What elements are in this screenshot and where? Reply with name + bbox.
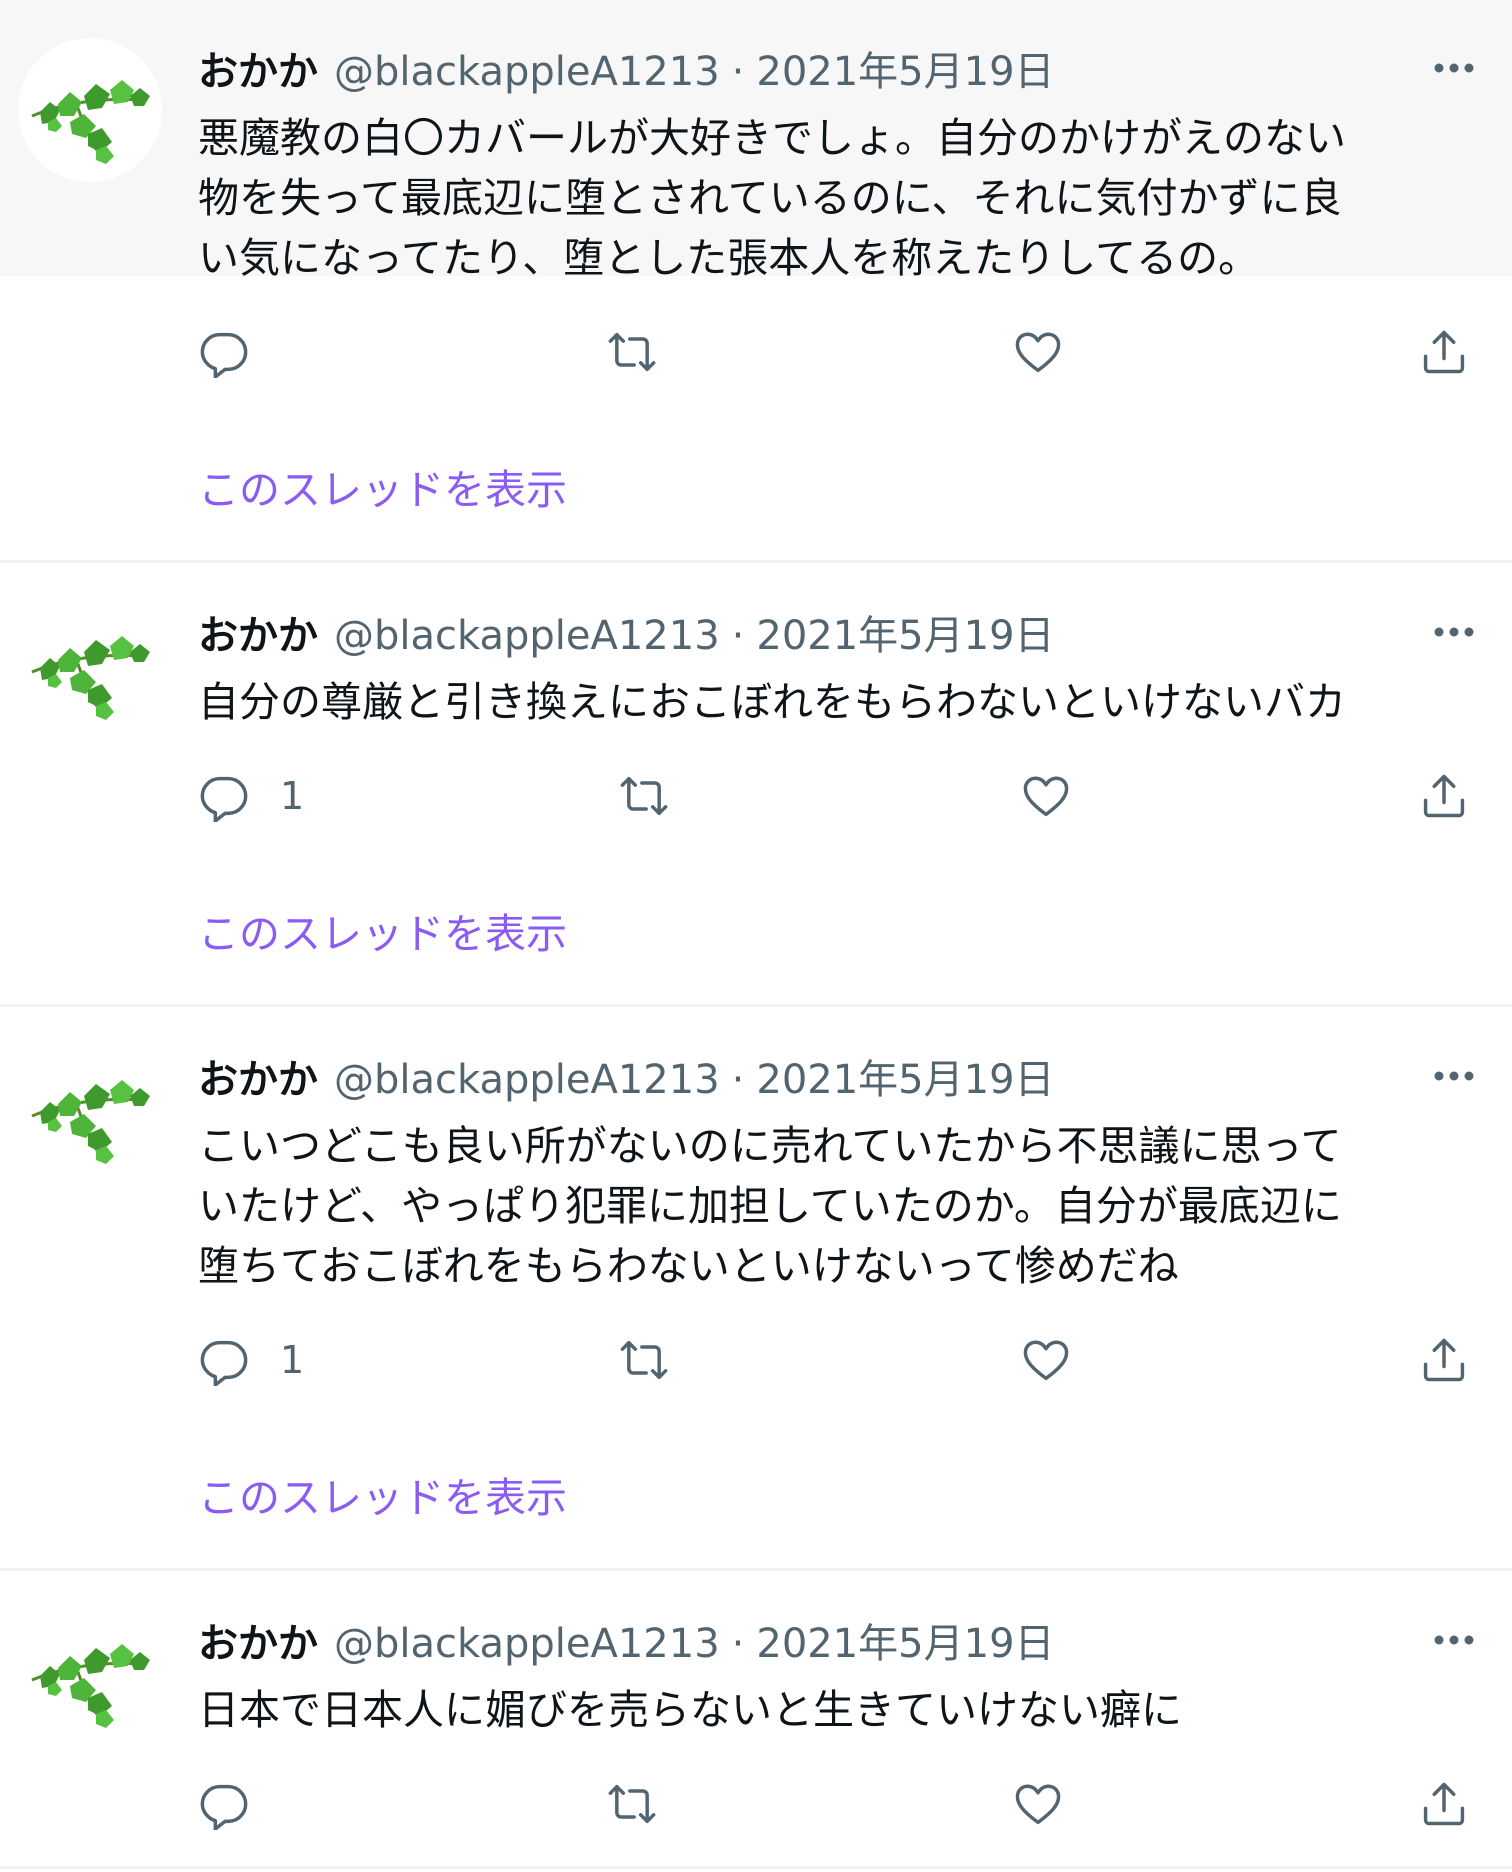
more-button[interactable]: [1424, 612, 1484, 652]
tweet-date[interactable]: 2021年5月19日: [756, 608, 1054, 664]
separator-dot: ·: [731, 613, 745, 659]
share-upload-icon: [1423, 774, 1465, 818]
retweet-arrows-icon: [620, 1340, 668, 1380]
display-name[interactable]: おかか: [198, 1616, 318, 1672]
reply-bubble-icon: [200, 1340, 248, 1386]
green-ivy-leaves-icon: [31, 1080, 150, 1164]
tweet-date[interactable]: 2021年5月19日: [756, 1052, 1054, 1108]
display-name[interactable]: おかか: [198, 1052, 318, 1108]
like-button[interactable]: [1012, 1776, 1064, 1832]
reply-count: 1: [280, 774, 305, 818]
more-dots-icon: [1434, 1635, 1474, 1645]
reply-bubble-icon: [200, 1784, 248, 1830]
reply-bubble-icon: [200, 776, 248, 822]
avatar[interactable]: [18, 1602, 162, 1746]
reply-button[interactable]: 1: [198, 768, 304, 824]
tweet-divider: [0, 560, 1512, 563]
retweet-button[interactable]: [618, 768, 670, 824]
reply-button[interactable]: 1: [198, 1332, 304, 1388]
tweet-header: おかか @blackappleA1213 · 2021年5月19日: [198, 1616, 1055, 1672]
share-upload-icon: [1423, 1338, 1465, 1382]
heart-icon: [1023, 1340, 1069, 1381]
separator-dot: ·: [731, 49, 745, 95]
more-dots-icon: [1434, 627, 1474, 637]
retweet-arrows-icon: [620, 776, 668, 816]
retweet-button[interactable]: [606, 324, 658, 380]
more-button[interactable]: [1424, 1056, 1484, 1096]
more-button[interactable]: [1424, 48, 1484, 88]
tweet-date[interactable]: 2021年5月19日: [756, 44, 1054, 100]
retweet-button[interactable]: [618, 1332, 670, 1388]
share-button[interactable]: [1418, 324, 1470, 380]
like-button[interactable]: [1020, 1332, 1072, 1388]
heart-icon: [1023, 776, 1069, 817]
share-upload-icon: [1423, 330, 1465, 374]
retweet-arrows-icon: [608, 1784, 656, 1824]
reply-button[interactable]: [198, 324, 280, 380]
display-name[interactable]: おかか: [198, 44, 318, 100]
reply-bubble-icon: [200, 332, 248, 378]
user-handle[interactable]: @blackappleA1213: [334, 44, 720, 100]
tweet-text: 日本で日本人に媚びを売らないと生きていけない癖に: [198, 1686, 1182, 1734]
reply-count: 1: [280, 1338, 305, 1382]
user-handle[interactable]: @blackappleA1213: [334, 1616, 720, 1672]
more-dots-icon: [1434, 1071, 1474, 1081]
separator-dot: ·: [731, 1621, 745, 1667]
retweet-arrows-icon: [608, 332, 656, 372]
heart-icon: [1015, 1784, 1061, 1825]
like-button[interactable]: [1012, 324, 1064, 380]
user-handle[interactable]: @blackappleA1213: [334, 608, 720, 664]
green-ivy-leaves-icon: [31, 636, 150, 720]
share-button[interactable]: [1418, 1776, 1470, 1832]
tweet-header: おかか @blackappleA1213 · 2021年5月19日: [198, 608, 1055, 664]
more-button[interactable]: [1424, 1620, 1484, 1660]
green-ivy-leaves-icon: [31, 1644, 150, 1728]
tweet-text: 悪魔教の白〇カバールが大好きでしょ。自分のかけがえのない 物を失って最底辺に堕と…: [198, 114, 1346, 282]
share-upload-icon: [1423, 1782, 1465, 1826]
tweet-date[interactable]: 2021年5月19日: [756, 1616, 1054, 1672]
show-thread-link[interactable]: このスレッドを表示: [198, 1470, 567, 1526]
tweet-header: おかか @blackappleA1213 · 2021年5月19日: [198, 1052, 1055, 1108]
display-name[interactable]: おかか: [198, 608, 318, 664]
share-button[interactable]: [1418, 768, 1470, 824]
separator-dot: ·: [731, 1057, 745, 1103]
green-ivy-leaves-icon: [31, 80, 150, 164]
tweet-text: こいつどこも良い所がないのに売れていたから不思議に思って いたけど、やっぱり犯罪…: [198, 1122, 1342, 1290]
tweet-divider: [0, 1004, 1512, 1007]
avatar[interactable]: [18, 594, 162, 738]
reply-button[interactable]: [198, 1776, 280, 1832]
show-thread-link[interactable]: このスレッドを表示: [198, 462, 567, 518]
more-dots-icon: [1434, 63, 1474, 73]
user-handle[interactable]: @blackappleA1213: [334, 1052, 720, 1108]
retweet-button[interactable]: [606, 1776, 658, 1832]
share-button[interactable]: [1418, 1332, 1470, 1388]
tweet-divider: [0, 1568, 1512, 1571]
like-button[interactable]: [1020, 768, 1072, 824]
tweet-divider: [0, 1866, 1512, 1869]
show-thread-link[interactable]: このスレッドを表示: [198, 906, 567, 962]
tweet-header: おかか @blackappleA1213 · 2021年5月19日: [198, 44, 1055, 100]
heart-icon: [1015, 332, 1061, 373]
avatar[interactable]: [18, 1038, 162, 1182]
tweet-text: 自分の尊厳と引き換えにおこぼれをもらわないといけないバカ: [198, 678, 1346, 726]
avatar[interactable]: [18, 38, 162, 182]
